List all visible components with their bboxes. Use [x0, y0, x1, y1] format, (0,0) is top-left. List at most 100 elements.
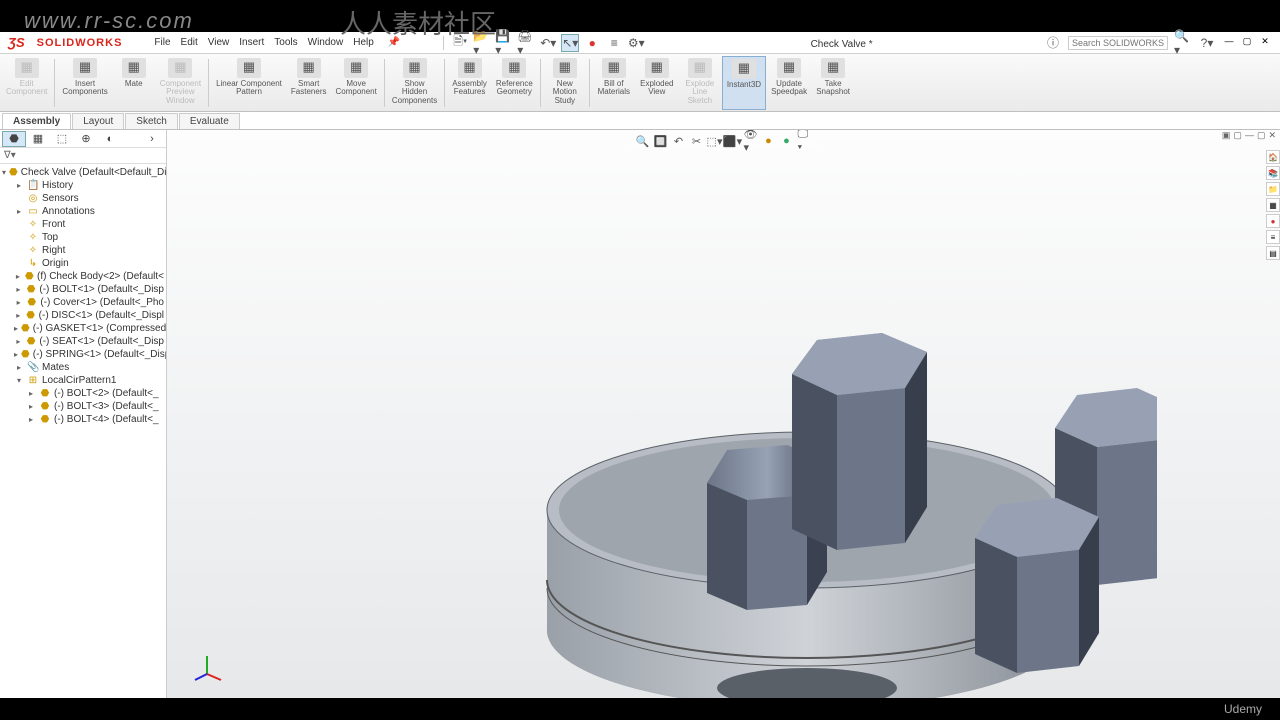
zoom-fit-icon[interactable]: 🔍: [636, 134, 650, 148]
vp-max-icon[interactable]: ▢: [1257, 130, 1266, 141]
tree-node[interactable]: ▸▭Annotations: [0, 205, 166, 218]
tree-node[interactable]: ◎Sensors: [0, 192, 166, 205]
close-button[interactable]: ✕: [1258, 36, 1272, 50]
sw-resources-icon[interactable]: 🏠: [1266, 150, 1280, 164]
ribbon-bill-of-materials[interactable]: ▦Bill of Materials: [593, 56, 635, 110]
tree-node[interactable]: ▸📎Mates: [0, 361, 166, 374]
vp-min-icon[interactable]: —: [1245, 130, 1254, 141]
tree-node[interactable]: ▸⬣(-) BOLT<4> (Default<_: [0, 413, 166, 426]
configuration-tab-icon[interactable]: ⬚: [50, 131, 74, 147]
options-icon[interactable]: ≡: [605, 34, 623, 52]
tree-node[interactable]: ▾⊞LocalCirPattern1: [0, 374, 166, 387]
tree-node[interactable]: ▸📋History: [0, 179, 166, 192]
tree-node[interactable]: ▸⬣(-) Cover<1> (Default<_Pho: [0, 296, 166, 309]
print-icon[interactable]: 🖨▾: [517, 34, 535, 52]
command-manager-ribbon: ▦Edit Component▦Insert Components▦Mate▦C…: [0, 54, 1280, 112]
dimxpert-tab-icon[interactable]: ⊕: [74, 131, 98, 147]
ribbon-mate[interactable]: ▦Mate: [113, 56, 155, 110]
tab-assembly[interactable]: Assembly: [2, 113, 71, 129]
menu-edit[interactable]: Edit: [181, 37, 198, 48]
tree-root-node[interactable]: ▾⬣ Check Valve (Default<Default_Display …: [0, 166, 166, 179]
help-icon[interactable]: ?▾: [1198, 34, 1216, 52]
help-search-input[interactable]: [1068, 36, 1168, 50]
minimize-button[interactable]: —: [1222, 36, 1236, 50]
ribbon-reference-geometry[interactable]: ▦Reference Geometry: [492, 56, 537, 110]
tree-node[interactable]: ▸⬣(-) SPRING<1> (Default<_Displ: [0, 348, 166, 361]
vp-tile-icon[interactable]: ▢: [1233, 130, 1242, 141]
vp-close-icon[interactable]: ✕: [1268, 130, 1276, 141]
search-icon[interactable]: ⓘ: [1044, 34, 1062, 52]
view-settings-icon[interactable]: 🖵▾: [798, 134, 812, 148]
section-view-icon[interactable]: ✂: [690, 134, 704, 148]
menu-file[interactable]: File: [154, 37, 170, 48]
tree-node[interactable]: ▸⬣(-) BOLT<2> (Default<_: [0, 387, 166, 400]
filter-icon[interactable]: ∇▾: [4, 150, 16, 161]
feature-tree-tab-icon[interactable]: ⬣: [2, 131, 26, 147]
search-go-icon[interactable]: 🔍▾: [1174, 34, 1192, 52]
rebuild-icon[interactable]: ●: [583, 34, 601, 52]
command-manager-tabs: Assembly Layout Sketch Evaluate: [0, 112, 1280, 130]
appearances-icon[interactable]: ●: [1266, 214, 1280, 228]
ribbon-update-speedpak[interactable]: ▦Update Speedpak: [767, 56, 811, 110]
ribbon-move-component[interactable]: ▦Move Component: [331, 56, 380, 110]
settings-icon[interactable]: ⚙▾: [627, 34, 645, 52]
tab-layout[interactable]: Layout: [72, 113, 124, 129]
view-orientation-icon[interactable]: ⬚▾: [708, 134, 722, 148]
tree-node[interactable]: ↳Origin: [0, 257, 166, 270]
udemy-brand: Udemy: [1224, 702, 1262, 716]
file-explorer-icon[interactable]: 📁: [1266, 182, 1280, 196]
tree-node[interactable]: ▸⬣(-) BOLT<1> (Default<_Disp: [0, 283, 166, 296]
tree-node[interactable]: ▸⬣(-) SEAT<1> (Default<_Disp: [0, 335, 166, 348]
undo-icon[interactable]: ↶▾: [539, 34, 557, 52]
tree-node[interactable]: ▸⬣(-) BOLT<3> (Default<_: [0, 400, 166, 413]
ribbon-linear-component-pattern[interactable]: ▦Linear Component Pattern: [212, 56, 286, 110]
ribbon-show-hidden-components[interactable]: ▦Show Hidden Components: [388, 56, 441, 110]
tree-node[interactable]: ▸⬣(-) DISC<1> (Default<_Displ: [0, 309, 166, 322]
view-triad[interactable]: [193, 652, 223, 682]
menu-insert[interactable]: Insert: [239, 37, 264, 48]
view-palette-icon[interactable]: ▦: [1266, 198, 1280, 212]
document-title: Check Valve *: [811, 39, 873, 50]
design-library-icon[interactable]: 📚: [1266, 166, 1280, 180]
tree-node[interactable]: ▸⬣(f) Check Body<2> (Default<: [0, 270, 166, 283]
hidden-icon[interactable]: 👁▾: [744, 134, 758, 148]
menu-tools[interactable]: Tools: [274, 37, 297, 48]
property-manager-tab-icon[interactable]: ▦: [26, 131, 50, 147]
graphics-viewport[interactable]: ▣ ▢ — ▢ ✕ 🔍 🔲 ↶ ✂ ⬚▾ ⬛▾ 👁▾ ● ● 🖵▾ 🏠 📚: [167, 130, 1280, 698]
heads-up-view-toolbar: 🔍 🔲 ↶ ✂ ⬚▾ ⬛▾ 👁▾ ● ● 🖵▾: [630, 132, 818, 150]
ribbon-assembly-features[interactable]: ▦Assembly Features: [448, 56, 491, 110]
expand-panel-icon[interactable]: ›: [140, 131, 164, 147]
save-icon[interactable]: 💾▾: [495, 34, 513, 52]
tree-node[interactable]: ▸⬣(-) GASKET<1> (Compressed<: [0, 322, 166, 335]
viewport-window-controls: ▣ ▢ — ▢ ✕: [1222, 130, 1276, 141]
ribbon-instant-d[interactable]: ▦Instant3D: [722, 56, 766, 110]
forum-icon[interactable]: ▤: [1266, 246, 1280, 260]
vp-restore-icon[interactable]: ▣: [1222, 130, 1231, 141]
tree-node[interactable]: ✧Front: [0, 218, 166, 231]
tree-node[interactable]: ✧Right: [0, 244, 166, 257]
maximize-button[interactable]: ▢: [1240, 36, 1254, 50]
task-pane-toolbar: 🏠 📚 📁 ▦ ● ≡ ▤: [1266, 150, 1280, 260]
menu-view[interactable]: View: [208, 37, 230, 48]
scene-icon[interactable]: ●: [780, 134, 794, 148]
menu-bar: ƷS SOLIDWORKS File Edit View Insert Tool…: [0, 32, 1280, 54]
ribbon-smart-fasteners[interactable]: ▦Smart Fasteners: [287, 56, 331, 110]
ribbon-new-motion-study[interactable]: ▦New Motion Study: [544, 56, 586, 110]
appearance-icon[interactable]: ●: [762, 134, 776, 148]
select-icon[interactable]: ↖▾: [561, 34, 579, 52]
tree-root-label: Check Valve (Default<Default_Display Sta…: [21, 167, 166, 178]
ribbon-edit-component: ▦Edit Component: [2, 56, 51, 110]
ribbon-take-snapshot[interactable]: ▦Take Snapshot: [812, 56, 854, 110]
ribbon-exploded-view[interactable]: ▦Exploded View: [636, 56, 678, 110]
zoom-area-icon[interactable]: 🔲: [654, 134, 668, 148]
previous-view-icon[interactable]: ↶: [672, 134, 686, 148]
tab-sketch[interactable]: Sketch: [125, 113, 178, 129]
tab-evaluate[interactable]: Evaluate: [179, 113, 240, 129]
display-style-icon[interactable]: ⬛▾: [726, 134, 740, 148]
tree-node[interactable]: ✧Top: [0, 231, 166, 244]
feature-tree[interactable]: ▾⬣ Check Valve (Default<Default_Display …: [0, 164, 166, 698]
custom-props-icon[interactable]: ≡: [1266, 230, 1280, 244]
display-manager-tab-icon[interactable]: ◐: [98, 131, 122, 147]
menu-window[interactable]: Window: [308, 37, 344, 48]
ribbon-insert-components[interactable]: ▦Insert Components: [58, 56, 111, 110]
